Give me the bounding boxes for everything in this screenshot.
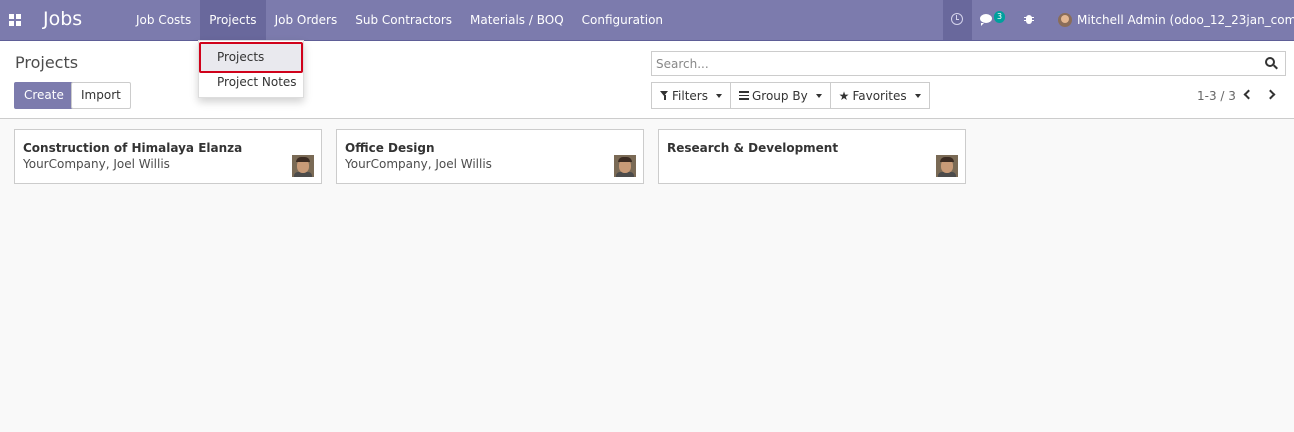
projects-dropdown-menu: Project Notes Projects bbox=[198, 40, 304, 98]
apps-menu-icon[interactable] bbox=[9, 14, 21, 26]
project-card[interactable]: Construction of Himalaya Elanza YourComp… bbox=[14, 129, 322, 184]
search-options: Filters Group By ★ Favorites bbox=[651, 82, 930, 109]
project-title: Research & Development bbox=[667, 141, 839, 155]
favorites-label: Favorites bbox=[852, 88, 907, 103]
clock-icon bbox=[951, 13, 963, 25]
pager-value[interactable]: 1-3 / 3 bbox=[1197, 89, 1236, 103]
user-name: Mitchell Admin (odoo_12_23jan_com) bbox=[1077, 13, 1294, 27]
dropdown-item-project-notes[interactable]: Project Notes bbox=[199, 69, 303, 100]
messages-badge: 3 bbox=[994, 11, 1006, 23]
user-avatar bbox=[1058, 13, 1072, 27]
project-card[interactable]: Research & Development bbox=[658, 129, 966, 184]
project-subtitle: YourCompany, Joel Willis bbox=[23, 157, 170, 171]
menu-configuration[interactable]: Configuration bbox=[573, 0, 672, 40]
breadcrumb: Projects bbox=[15, 53, 79, 72]
messages-button[interactable]: 3 bbox=[972, 0, 1008, 40]
pager-previous-button[interactable] bbox=[1242, 89, 1254, 101]
search-input[interactable] bbox=[652, 52, 1252, 75]
create-button[interactable]: Create bbox=[14, 82, 74, 109]
star-icon: ★ bbox=[838, 88, 850, 103]
project-card[interactable]: Office Design YourCompany, Joel Willis bbox=[336, 129, 644, 184]
top-navbar: Jobs Job Costs Projects Job Orders Sub C… bbox=[0, 0, 1294, 41]
chevron-down-icon bbox=[914, 93, 921, 98]
chevron-left-icon bbox=[1243, 89, 1254, 100]
manager-avatar bbox=[292, 155, 314, 177]
search-box bbox=[651, 51, 1286, 76]
debug-button[interactable] bbox=[1015, 0, 1044, 40]
menu-job-costs[interactable]: Job Costs bbox=[127, 0, 200, 40]
chevron-down-icon bbox=[715, 93, 722, 98]
user-menu[interactable]: Mitchell Admin (odoo_12_23jan_com) bbox=[1058, 0, 1294, 40]
dropdown-item-projects[interactable]: Projects bbox=[199, 42, 303, 73]
project-subtitle: YourCompany, Joel Willis bbox=[345, 157, 492, 171]
import-button[interactable]: Import bbox=[71, 82, 131, 109]
menu-job-orders[interactable]: Job Orders bbox=[266, 0, 347, 40]
activities-button[interactable] bbox=[943, 0, 972, 40]
app-brand[interactable]: Jobs bbox=[43, 8, 82, 30]
filters-button[interactable]: Filters bbox=[651, 82, 731, 109]
filter-icon bbox=[660, 90, 669, 101]
chevron-right-icon bbox=[1265, 89, 1276, 100]
list-icon bbox=[738, 91, 749, 100]
project-title: Construction of Himalaya Elanza bbox=[23, 141, 243, 155]
pager-next-button[interactable] bbox=[1265, 89, 1279, 101]
menu-materials-boq[interactable]: Materials / BOQ bbox=[461, 0, 573, 40]
favorites-button[interactable]: ★ Favorites bbox=[829, 82, 930, 109]
group-by-label: Group By bbox=[751, 88, 808, 103]
chat-icon bbox=[980, 14, 992, 26]
control-panel: Projects Create Import Filters Group By … bbox=[0, 41, 1294, 119]
project-title: Office Design bbox=[345, 141, 435, 155]
main-menu: Job Costs Projects Job Orders Sub Contra… bbox=[127, 0, 672, 40]
manager-avatar bbox=[936, 155, 958, 177]
manager-avatar bbox=[614, 155, 636, 177]
group-by-button[interactable]: Group By bbox=[729, 82, 831, 109]
chevron-down-icon bbox=[815, 93, 822, 98]
bug-icon bbox=[1024, 13, 1034, 25]
menu-projects[interactable]: Projects bbox=[200, 0, 266, 40]
search-icon[interactable] bbox=[1265, 57, 1278, 70]
menu-sub-contractors[interactable]: Sub Contractors bbox=[346, 0, 461, 40]
filters-label: Filters bbox=[672, 88, 708, 103]
